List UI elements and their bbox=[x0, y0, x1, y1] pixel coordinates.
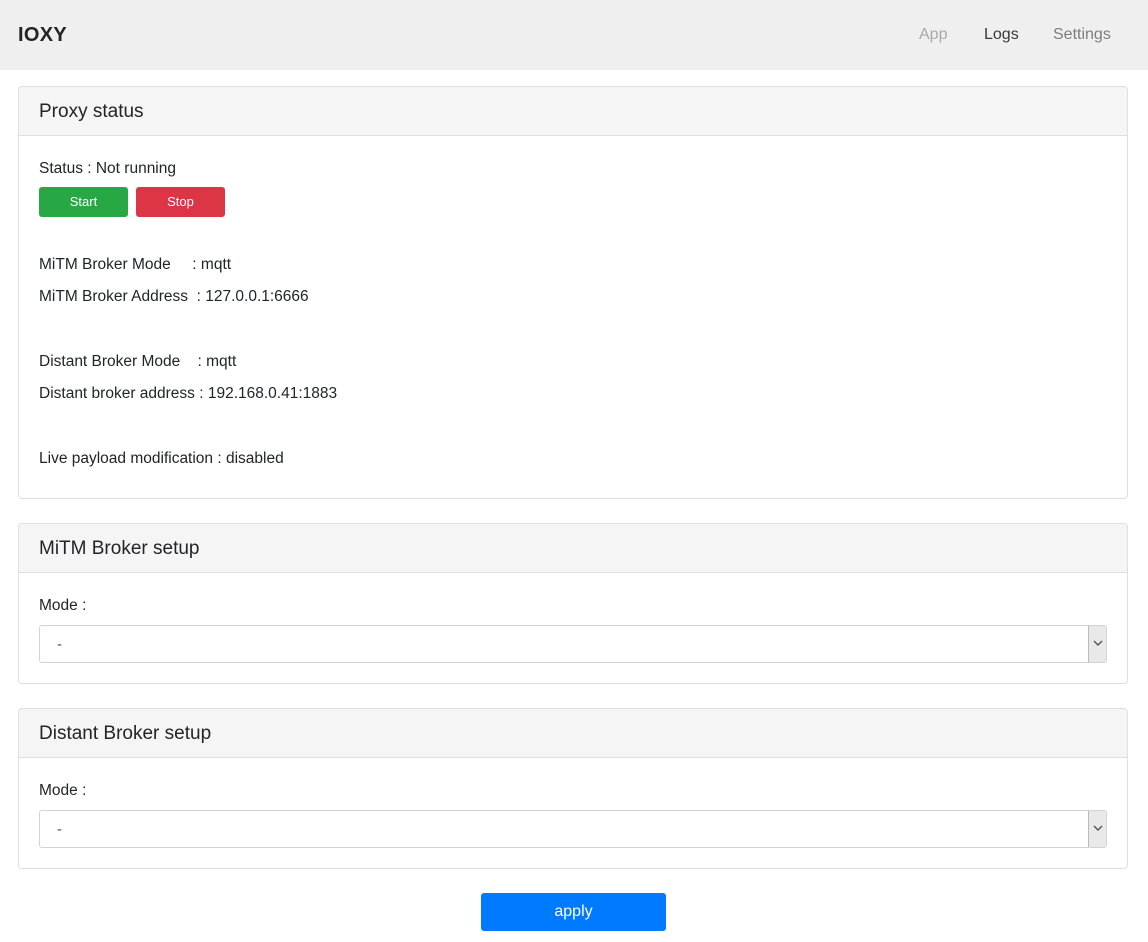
apply-button[interactable]: apply bbox=[481, 893, 666, 931]
distant-mode-value: - bbox=[57, 821, 62, 838]
distant-mode-text: Distant Broker Mode : mqtt bbox=[39, 353, 237, 370]
nav-settings[interactable]: Settings bbox=[1053, 26, 1111, 44]
proxy-status-title: Proxy status bbox=[19, 87, 1127, 136]
distant-mode-select[interactable]: - bbox=[39, 810, 1107, 848]
distant-mode-label: Mode : bbox=[39, 782, 87, 799]
distant-setup-card: Distant Broker setup Mode : - bbox=[18, 708, 1128, 869]
mitm-mode-label: Mode : bbox=[39, 597, 87, 614]
start-button[interactable]: Start bbox=[39, 187, 128, 217]
stop-button[interactable]: Stop bbox=[136, 187, 225, 217]
brand-logo[interactable]: IOXY bbox=[18, 24, 67, 47]
mitm-mode-value: - bbox=[57, 636, 62, 653]
mitm-setup-title: MiTM Broker setup bbox=[19, 524, 1127, 573]
nav-app[interactable]: App bbox=[919, 26, 947, 44]
chevron-down-icon[interactable] bbox=[1088, 626, 1106, 662]
mitm-address-text: MiTM Broker Address : 127.0.0.1:6666 bbox=[39, 288, 309, 305]
chevron-down-icon[interactable] bbox=[1088, 811, 1106, 847]
nav-logs[interactable]: Logs bbox=[984, 26, 1019, 44]
mitm-mode-select[interactable]: - bbox=[39, 625, 1107, 663]
status-text: Status : Not running bbox=[39, 160, 176, 177]
distant-address-text: Distant broker address : 192.168.0.41:18… bbox=[39, 385, 338, 402]
mitm-setup-card: MiTM Broker setup Mode : - bbox=[18, 523, 1128, 684]
distant-setup-title: Distant Broker setup bbox=[19, 709, 1127, 758]
payload-modification-text: Live payload modification : disabled bbox=[39, 450, 284, 467]
navbar: IOXY App Logs Settings bbox=[0, 0, 1148, 70]
proxy-status-card: Proxy status Status : Not running Start … bbox=[18, 86, 1128, 499]
mitm-mode-text: MiTM Broker Mode : mqtt bbox=[39, 256, 232, 273]
